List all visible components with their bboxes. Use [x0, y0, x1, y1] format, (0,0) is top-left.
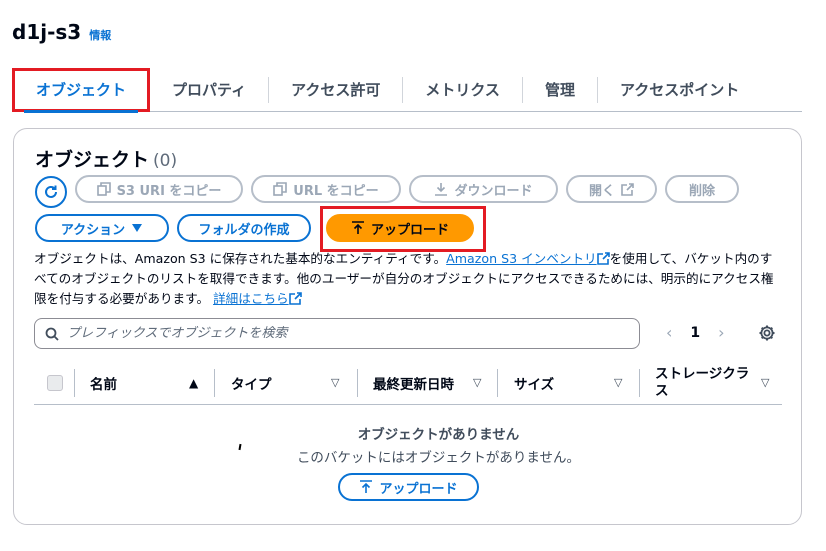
empty-state-title: オブジェクトがありません: [357, 427, 520, 443]
column-separator: [639, 369, 640, 397]
next-page-icon[interactable]: ›: [718, 323, 724, 342]
upload-icon: [360, 480, 373, 493]
pagination: ‹ 1 ›: [666, 323, 725, 342]
external-link-icon: [288, 292, 302, 305]
column-size[interactable]: サイズ: [514, 361, 554, 405]
tab-management[interactable]: 管理: [521, 76, 597, 103]
sort-ascending-icon[interactable]: ▲: [189, 376, 198, 390]
tab-permissions[interactable]: アクセス許可: [268, 76, 402, 103]
bucket-tabs: オブジェクト プロパティ アクセス許可 メトリクス 管理 アクセスポイント: [12, 67, 802, 113]
s3-inventory-link[interactable]: Amazon S3 インベントリ: [446, 251, 596, 266]
empty-state-upload-label: アップロード: [379, 481, 458, 497]
download-label: ダウンロード: [454, 183, 533, 199]
objects-description: オブジェクトは、Amazon S3 に保存された基本的なエンティティです。Ama…: [34, 249, 779, 309]
empty-state-description: このバケットにはオブジェクトがありません。: [296, 450, 581, 466]
column-separator: [357, 369, 358, 397]
external-link-icon: [621, 182, 634, 196]
info-link[interactable]: 情報: [89, 27, 111, 43]
sort-icon[interactable]: ▽: [331, 376, 339, 389]
settings-gear-icon[interactable]: [758, 324, 776, 342]
refresh-icon: [45, 185, 57, 198]
select-all-checkbox[interactable]: [47, 375, 63, 391]
external-link-icon: [596, 252, 610, 265]
objects-panel: オブジェクト (0) S3 URI をコピー URL をコピー ダウンロード 開く…: [13, 128, 802, 525]
delete-label: 削除: [688, 183, 715, 199]
description-text-1: オブジェクトは、Amazon S3 に保存された基本的なエンティティです。: [34, 251, 447, 266]
copy-icon: [96, 182, 111, 196]
sort-icon[interactable]: ▽: [614, 376, 622, 389]
caret-down-icon: [132, 224, 143, 232]
copy-url-button[interactable]: URL をコピー: [251, 175, 401, 203]
upload-highlight-frame: [320, 206, 486, 252]
column-type[interactable]: タイプ: [231, 361, 272, 405]
tab-properties[interactable]: プロパティ: [150, 77, 268, 103]
previous-page-icon[interactable]: ‹: [666, 323, 672, 342]
download-button[interactable]: ダウンロード: [409, 175, 558, 203]
search-icon: [45, 327, 59, 341]
column-separator: [214, 369, 215, 397]
refresh-button[interactable]: [35, 176, 67, 208]
tab-access-points[interactable]: アクセスポイント: [596, 76, 761, 103]
objects-table-header: 名前 ▲ タイプ ▽ 最終更新日時 ▽ サイズ ▽ ストレージクラス ▽: [34, 361, 782, 405]
object-search-input[interactable]: [67, 326, 607, 341]
object-count: (0): [153, 151, 178, 171]
bucket-name: d1j-s3: [12, 20, 82, 44]
copy-icon: [273, 182, 288, 196]
object-search-box[interactable]: [34, 318, 640, 349]
column-name[interactable]: 名前: [90, 361, 117, 405]
learn-more-link[interactable]: 詳細はこちら: [213, 291, 289, 306]
copy-s3-uri-label: S3 URI をコピー: [116, 183, 222, 199]
download-icon: [435, 183, 448, 196]
sort-icon[interactable]: ▽: [761, 376, 769, 389]
create-folder-label: フォルダの作成: [198, 222, 290, 238]
select-all-cell: [47, 361, 63, 405]
delete-button[interactable]: 削除: [665, 175, 739, 203]
tab-metrics[interactable]: メトリクス: [402, 76, 522, 103]
actions-label: アクション: [60, 222, 126, 238]
actions-dropdown-button[interactable]: アクション: [35, 214, 169, 242]
page-header: d1j-s3 情報: [12, 20, 111, 44]
column-storage-class[interactable]: ストレージクラス: [655, 361, 751, 405]
open-label: 開く: [588, 183, 615, 199]
current-page-number[interactable]: 1: [690, 325, 700, 341]
panel-title-text: オブジェクト: [35, 149, 150, 171]
tab-objects[interactable]: オブジェクト: [12, 67, 150, 113]
column-separator: [497, 369, 498, 397]
empty-state-upload-button[interactable]: アップロード: [338, 473, 479, 501]
column-last-modified[interactable]: 最終更新日時: [373, 361, 454, 405]
panel-title: オブジェクト (0): [35, 145, 177, 172]
open-button[interactable]: 開く: [566, 175, 657, 203]
sort-icon[interactable]: ▽: [473, 376, 481, 389]
create-folder-button[interactable]: フォルダの作成: [177, 214, 311, 242]
copy-url-label: URL をコピー: [293, 183, 379, 199]
copy-s3-uri-button[interactable]: S3 URI をコピー: [75, 175, 243, 203]
column-separator: [74, 369, 75, 397]
